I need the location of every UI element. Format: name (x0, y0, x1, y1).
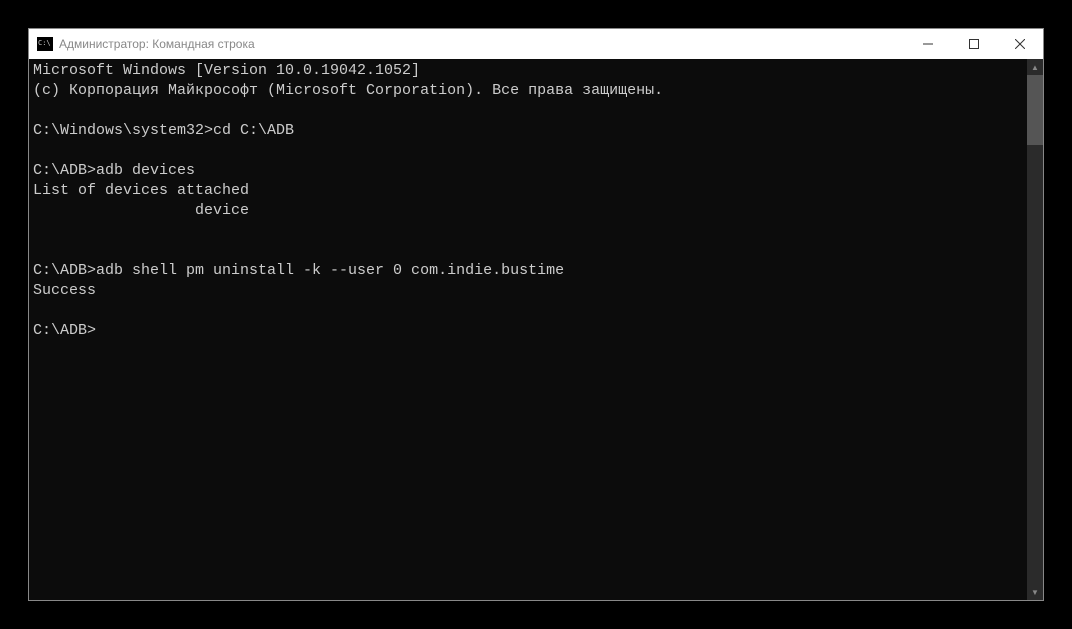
scrollbar-up-arrow-icon[interactable]: ▲ (1027, 59, 1043, 75)
close-icon (1015, 39, 1025, 49)
command-prompt-window: Администратор: Командная строка Microsof… (28, 28, 1044, 601)
maximize-button[interactable] (951, 29, 997, 59)
scrollbar-thumb[interactable] (1027, 75, 1043, 145)
scrollbar-track[interactable] (1027, 145, 1043, 584)
minimize-icon (923, 39, 933, 49)
console-area: Microsoft Windows [Version 10.0.19042.10… (29, 59, 1043, 600)
cmd-icon (37, 37, 53, 51)
titlebar[interactable]: Администратор: Командная строка (29, 29, 1043, 59)
console-output[interactable]: Microsoft Windows [Version 10.0.19042.10… (29, 59, 1027, 600)
window-title: Администратор: Командная строка (59, 37, 905, 51)
close-button[interactable] (997, 29, 1043, 59)
maximize-icon (969, 39, 979, 49)
window-controls (905, 29, 1043, 59)
minimize-button[interactable] (905, 29, 951, 59)
scrollbar-down-arrow-icon[interactable]: ▼ (1027, 584, 1043, 600)
vertical-scrollbar[interactable]: ▲ ▼ (1027, 59, 1043, 600)
